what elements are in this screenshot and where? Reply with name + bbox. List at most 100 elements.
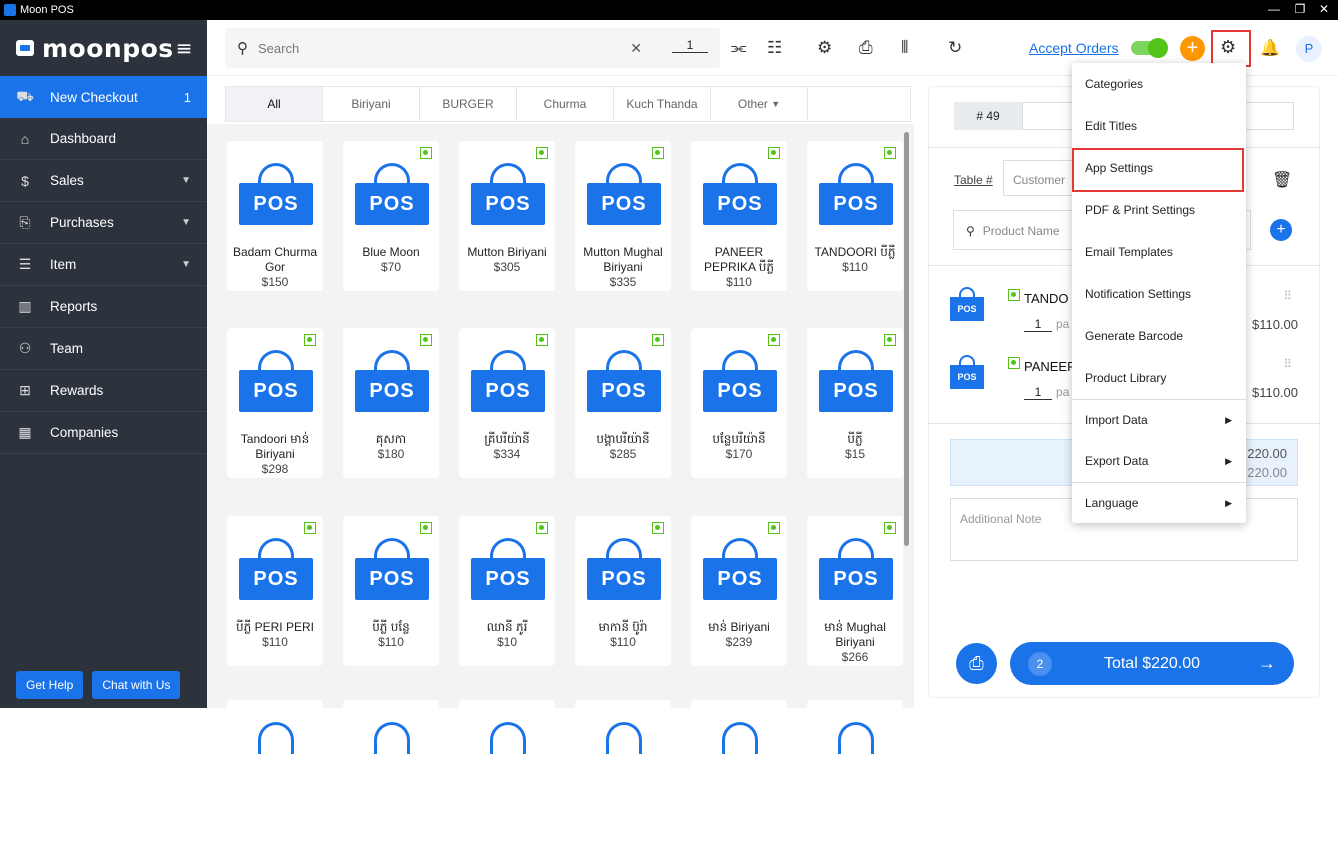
tab-churma[interactable]: Churma	[517, 87, 614, 121]
search-box[interactable]: ⚲ Search ✕ 1	[225, 28, 720, 68]
product-card[interactable]: POS មាកានី ប៊ូរ៉ា $110	[575, 516, 671, 666]
pos-bag-icon	[471, 720, 545, 784]
product-card[interactable]	[691, 700, 787, 850]
product-card[interactable]: POS មាន់ Mughal Biriyani $266	[807, 516, 903, 666]
total-checkout-button[interactable]: 2 Total $220.00 →	[1010, 642, 1294, 685]
add-icon[interactable]: +	[1180, 36, 1205, 61]
tab-other[interactable]: Other ▼	[711, 87, 808, 121]
gear-icon[interactable]: ⚙	[1220, 37, 1236, 58]
gift-icon: ⊞	[19, 382, 31, 398]
product-card[interactable]: POS TANDOORI បីភ្លី $110	[807, 141, 903, 291]
sidebar-item-rewards[interactable]: ⊞ Rewards	[0, 370, 207, 412]
get-help-button[interactable]: Get Help	[16, 671, 84, 699]
product-card[interactable]: POS បង្គាបរីយ៉ានី $285	[575, 328, 671, 478]
accept-orders-toggle[interactable]	[1131, 38, 1168, 58]
menu-item-import-data[interactable]: Import Data ▶	[1072, 399, 1246, 441]
discount-icon[interactable]: ⚙	[817, 38, 832, 58]
chat-button[interactable]: Chat with Us	[92, 671, 181, 699]
sidebar-item-purchases[interactable]: ⎘ Purchases ▼	[0, 202, 207, 244]
line-quantity[interactable]: 1	[1024, 317, 1052, 332]
veg-indicator-icon	[304, 522, 316, 534]
product-card[interactable]: POS Mutton Mughal Biriyani $335	[575, 141, 671, 291]
barcode-icon[interactable]: ⦀	[901, 38, 908, 58]
table-number-link[interactable]: Table #	[954, 173, 993, 187]
sidebar-item-dashboard[interactable]: ⌂ Dashboard	[0, 118, 207, 160]
brand-logo[interactable]: moonpos ≡	[0, 20, 207, 76]
product-card[interactable]: POS បន្លែបរីយ៉ានី $170	[691, 328, 787, 478]
product-price: $335	[609, 275, 637, 289]
product-card[interactable]: POS បីភ្លី $15	[807, 328, 903, 478]
pos-bag-icon	[355, 720, 429, 784]
maximize-button[interactable]: ❐	[1288, 2, 1312, 16]
menu-item-notification-settings[interactable]: Notification Settings	[1072, 273, 1246, 315]
product-grid: POS Badam Churma Gor $150 POS Blue Moon $70 PO…	[207, 124, 914, 850]
basket-icon: ⛟	[16, 87, 34, 104]
tab-kuch-thanda[interactable]: Kuch Thanda	[614, 87, 711, 121]
menu-item-label: Language	[1085, 496, 1139, 510]
close-button[interactable]: ✕	[1312, 2, 1336, 16]
sidebar-item-reports[interactable]: ▥ Reports	[0, 286, 207, 328]
product-card[interactable]: POS មាន់ Biriyani $239	[691, 516, 787, 666]
clipboard-icon[interactable]: ⎙	[859, 38, 873, 58]
menu-item-product-library[interactable]: Product Library	[1072, 357, 1246, 399]
sidebar-item-team[interactable]: ⚇ Team	[0, 328, 207, 370]
pos-bag-icon: POS	[355, 161, 429, 225]
bell-icon[interactable]: 🔔	[1260, 38, 1280, 58]
menu-item-pdf-print-settings[interactable]: PDF & Print Settings	[1072, 189, 1246, 231]
layout-toggle-icon[interactable]: ☷	[767, 38, 782, 58]
tab-biriyani[interactable]: Biriyani	[323, 87, 420, 121]
menu-item-label: PDF & Print Settings	[1085, 203, 1196, 217]
product-card[interactable]: POS PANEER PEPRIKA បីភ្លី $110	[691, 141, 787, 291]
menu-item-language[interactable]: Language ▶	[1072, 482, 1246, 524]
quantity-input[interactable]: 1	[672, 38, 708, 53]
product-card[interactable]: POS បីភ្លី PERI PERI $110	[227, 516, 323, 666]
hamburger-menu-icon[interactable]: ≡	[176, 36, 193, 60]
menu-item-label: Categories	[1085, 77, 1144, 91]
product-price: $150	[261, 275, 289, 289]
building-icon: ▦	[18, 424, 32, 440]
product-card[interactable]: POS ឈានី ភូរី $10	[459, 516, 555, 666]
sidebar-item-item[interactable]: ☰ Item ▼	[0, 244, 207, 286]
menu-item-email-templates[interactable]: Email Templates	[1072, 231, 1246, 273]
product-card[interactable]: POS គុសកា $180	[343, 328, 439, 478]
product-price: $110	[378, 635, 404, 649]
drag-handle-icon[interactable]: ⠿	[1283, 357, 1292, 371]
drag-handle-icon[interactable]: ⠿	[1283, 289, 1292, 303]
product-card[interactable]: POS Badam Churma Gor $150	[227, 141, 323, 291]
print-button[interactable]: ⎙	[956, 643, 997, 684]
product-card[interactable]	[575, 700, 671, 850]
sidebar-item-companies[interactable]: ▦ Companies	[0, 412, 207, 454]
product-card[interactable]	[807, 700, 903, 850]
tab-burger[interactable]: BURGER	[420, 87, 517, 121]
tab-all[interactable]: All	[226, 87, 323, 121]
clear-search-icon[interactable]: ✕	[630, 40, 642, 57]
filter-sliders-icon[interactable]: ⫘	[731, 38, 746, 58]
product-card[interactable]: POS Mutton Biriyani $305	[459, 141, 555, 291]
product-card[interactable]	[459, 700, 555, 850]
trash-icon[interactable]: 🗑	[1272, 170, 1292, 190]
refresh-icon[interactable]: ↻	[948, 38, 962, 58]
menu-item-edit-titles[interactable]: Edit Titles	[1072, 105, 1246, 147]
menu-item-generate-barcode[interactable]: Generate Barcode	[1072, 315, 1246, 357]
product-card[interactable]	[227, 700, 323, 850]
grid-scrollbar[interactable]	[904, 132, 909, 546]
line-quantity[interactable]: 1	[1024, 385, 1052, 400]
product-card[interactable]: POS គ្រីបរីយ៉ានី $334	[459, 328, 555, 478]
menu-item-export-data[interactable]: Export Data ▶	[1072, 440, 1246, 482]
add-product-button[interactable]: +	[1270, 219, 1292, 241]
veg-indicator-icon	[420, 147, 432, 159]
menu-item-categories[interactable]: Categories	[1072, 63, 1246, 105]
sidebar-item-sales[interactable]: $ Sales ▼	[0, 160, 207, 202]
product-card[interactable]: POS Tandoori មាន់ Biriyani $298	[227, 328, 323, 478]
product-card[interactable]	[343, 700, 439, 850]
minimize-button[interactable]: —	[1262, 2, 1286, 16]
pos-bag-icon: POS	[703, 161, 777, 225]
title-bar: Moon POS — ❐ ✕	[0, 0, 1338, 20]
search-input[interactable]: Search	[258, 41, 299, 56]
product-card[interactable]: POS បីភ្លី បន្លែ $110	[343, 516, 439, 666]
accept-orders-link[interactable]: Accept Orders	[1029, 40, 1118, 56]
order-number-tab[interactable]: # 49	[954, 102, 1022, 130]
avatar[interactable]: P	[1296, 36, 1322, 62]
product-card[interactable]: POS Blue Moon $70	[343, 141, 439, 291]
sidebar-item-new-checkout[interactable]: ⛟ New Checkout 1	[0, 76, 207, 118]
